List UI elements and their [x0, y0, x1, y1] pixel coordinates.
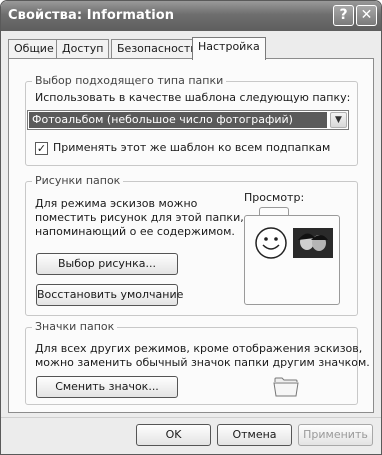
- folder-pictures-desc-3: напоминающий о ее содержимом.: [35, 225, 235, 238]
- use-as-template-label: Использовать в качестве шаблона следующу…: [35, 91, 351, 104]
- folder-icons-desc-2: можно заменить обычный значок папки друг…: [35, 356, 370, 369]
- chevron-down-icon[interactable]: ▼: [330, 112, 347, 128]
- cancel-button[interactable]: Отмена: [217, 424, 292, 446]
- footer-separator: [1, 417, 381, 418]
- smiley-icon: [255, 227, 287, 259]
- folder-pictures-group-title: Рисунки папок: [32, 174, 124, 187]
- photo-thumbnail: [293, 228, 333, 258]
- folder-icons-desc-1: Для всех других режимов, кроме отображен…: [35, 342, 363, 355]
- properties-dialog: Свойства: Information ? ✕ Общие Доступ Б…: [0, 0, 382, 455]
- tab-security[interactable]: Безопасность: [111, 39, 203, 59]
- folder-type-group-title: Выбор подходящего типа папки: [32, 74, 227, 87]
- help-icon: ?: [339, 7, 348, 23]
- folder-icon: [273, 377, 299, 397]
- folder-pictures-desc-2: поместить рисунок для этой папки,: [35, 211, 244, 224]
- apply-to-subfolders-label[interactable]: Применять этот же шаблон ко всем подпапк…: [53, 141, 330, 155]
- help-button[interactable]: ?: [333, 5, 354, 26]
- tab-sharing[interactable]: Доступ: [56, 39, 110, 59]
- checkmark-icon: ✓: [36, 142, 47, 155]
- close-button[interactable]: ✕: [356, 5, 377, 26]
- ok-button[interactable]: OK: [136, 424, 211, 446]
- title-bar[interactable]: Свойства: Information ? ✕: [1, 1, 381, 31]
- apply-button[interactable]: Применить: [298, 424, 373, 446]
- tab-general[interactable]: Общие: [8, 39, 60, 59]
- window-title: Свойства: Information: [8, 8, 175, 23]
- choose-picture-button[interactable]: Выбор рисунка...: [36, 253, 178, 275]
- preview-label: Просмотр:: [244, 191, 305, 204]
- change-icon-button[interactable]: Сменить значок...: [36, 376, 178, 398]
- apply-to-subfolders-checkbox[interactable]: ✓: [35, 142, 48, 155]
- close-icon: ✕: [360, 7, 373, 23]
- template-select[interactable]: Фотоальбом (небольшое число фотографий) …: [27, 110, 349, 130]
- template-select-value: Фотоальбом (небольшое число фотографий): [29, 112, 327, 128]
- restore-default-button[interactable]: Восстановить умолчание: [36, 284, 183, 306]
- folder-icons-group-title: Значки папок: [32, 320, 118, 333]
- tab-customize[interactable]: Настройка: [192, 37, 266, 60]
- folder-pictures-desc-1: Для режима эскизов можно: [35, 197, 198, 210]
